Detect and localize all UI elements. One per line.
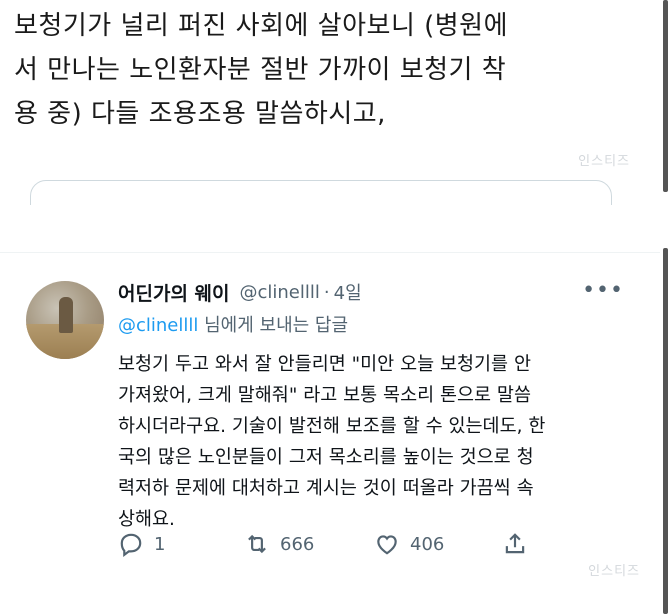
scrollbar[interactable] xyxy=(663,248,668,614)
reply-icon xyxy=(120,533,142,557)
tweet-body-line: 가져왔어, 크게 말해줘" 라고 보통 목소리 톤으로 말씀 xyxy=(118,385,531,406)
avatar[interactable] xyxy=(26,281,104,359)
retweet-count: 666 xyxy=(280,533,315,555)
top-tweet-text: 보청기가 널리 퍼진 사회에 살아보니 (병원에 서 만나는 노인환자분 절반 … xyxy=(14,4,624,136)
reply-count: 1 xyxy=(154,533,166,555)
tweet-body-line: 국의 많은 노인분들이 그저 목소리를 높이는 것으로 청 xyxy=(118,447,534,468)
tweet-body-line: 하시더라구요. 기술이 발전해 보조를 할 수 있는데도, 한 xyxy=(118,416,546,437)
reply-mention-link[interactable]: @clinellll xyxy=(118,315,198,336)
reply-button[interactable]: 1 xyxy=(118,531,165,557)
user-handle[interactable]: @clinellll xyxy=(240,282,320,303)
watermark: 인스티즈 xyxy=(578,154,630,169)
like-button[interactable]: 406 xyxy=(374,531,444,557)
action-bar: 1 666 406 xyxy=(118,531,538,567)
reply-context: @clinellll 님에게 보내는 답글 xyxy=(118,311,348,337)
avatar-figure xyxy=(59,297,73,333)
top-tweet-line: 서 만나는 노인환자분 절반 가까이 보청기 착 xyxy=(14,55,507,85)
tweet-body-line: 보청기 두고 와서 잘 안들리면 "미안 오늘 보청기를 안 xyxy=(118,354,531,375)
heart-icon xyxy=(377,535,397,555)
timestamp[interactable]: 4일 xyxy=(334,279,362,305)
reply-tweet[interactable]: 어딘가의 웨이 @clinellll · 4일 ••• @clinellll 님… xyxy=(0,252,660,615)
display-name[interactable]: 어딘가의 웨이 xyxy=(118,279,230,306)
watermark: 인스티즈 xyxy=(588,564,640,579)
tweet-header: 어딘가의 웨이 @clinellll · 4일 xyxy=(118,277,362,307)
embedded-card[interactable] xyxy=(30,180,612,205)
top-tweet-line: 보청기가 널리 퍼진 사회에 살아보니 (병원에 xyxy=(14,11,509,41)
retweet-icon xyxy=(248,534,266,554)
more-dots-icon[interactable]: ••• xyxy=(582,280,624,302)
top-tweet-line: 용 중) 다들 조용조용 말씀하시고, xyxy=(14,99,386,129)
top-tweet: 보청기가 널리 퍼진 사회에 살아보니 (병원에 서 만나는 노인환자분 절반 … xyxy=(0,0,670,205)
separator-dot: · xyxy=(323,281,330,303)
scrollbar[interactable] xyxy=(663,0,668,192)
share-icon xyxy=(505,533,525,554)
tweet-body: 보청기 두고 와서 잘 안들리면 "미안 오늘 보청기를 안 가져왔어, 크게 … xyxy=(118,349,638,535)
share-button[interactable] xyxy=(502,531,528,557)
reply-context-label: 님에게 보내는 답글 xyxy=(198,315,349,336)
divider-gap xyxy=(0,205,670,250)
like-count: 406 xyxy=(410,533,445,555)
tweet-body-line: 력저하 문제에 대처하고 계시는 것이 떠올라 가끔씩 속 xyxy=(118,478,534,499)
retweet-button[interactable]: 666 xyxy=(244,531,314,557)
